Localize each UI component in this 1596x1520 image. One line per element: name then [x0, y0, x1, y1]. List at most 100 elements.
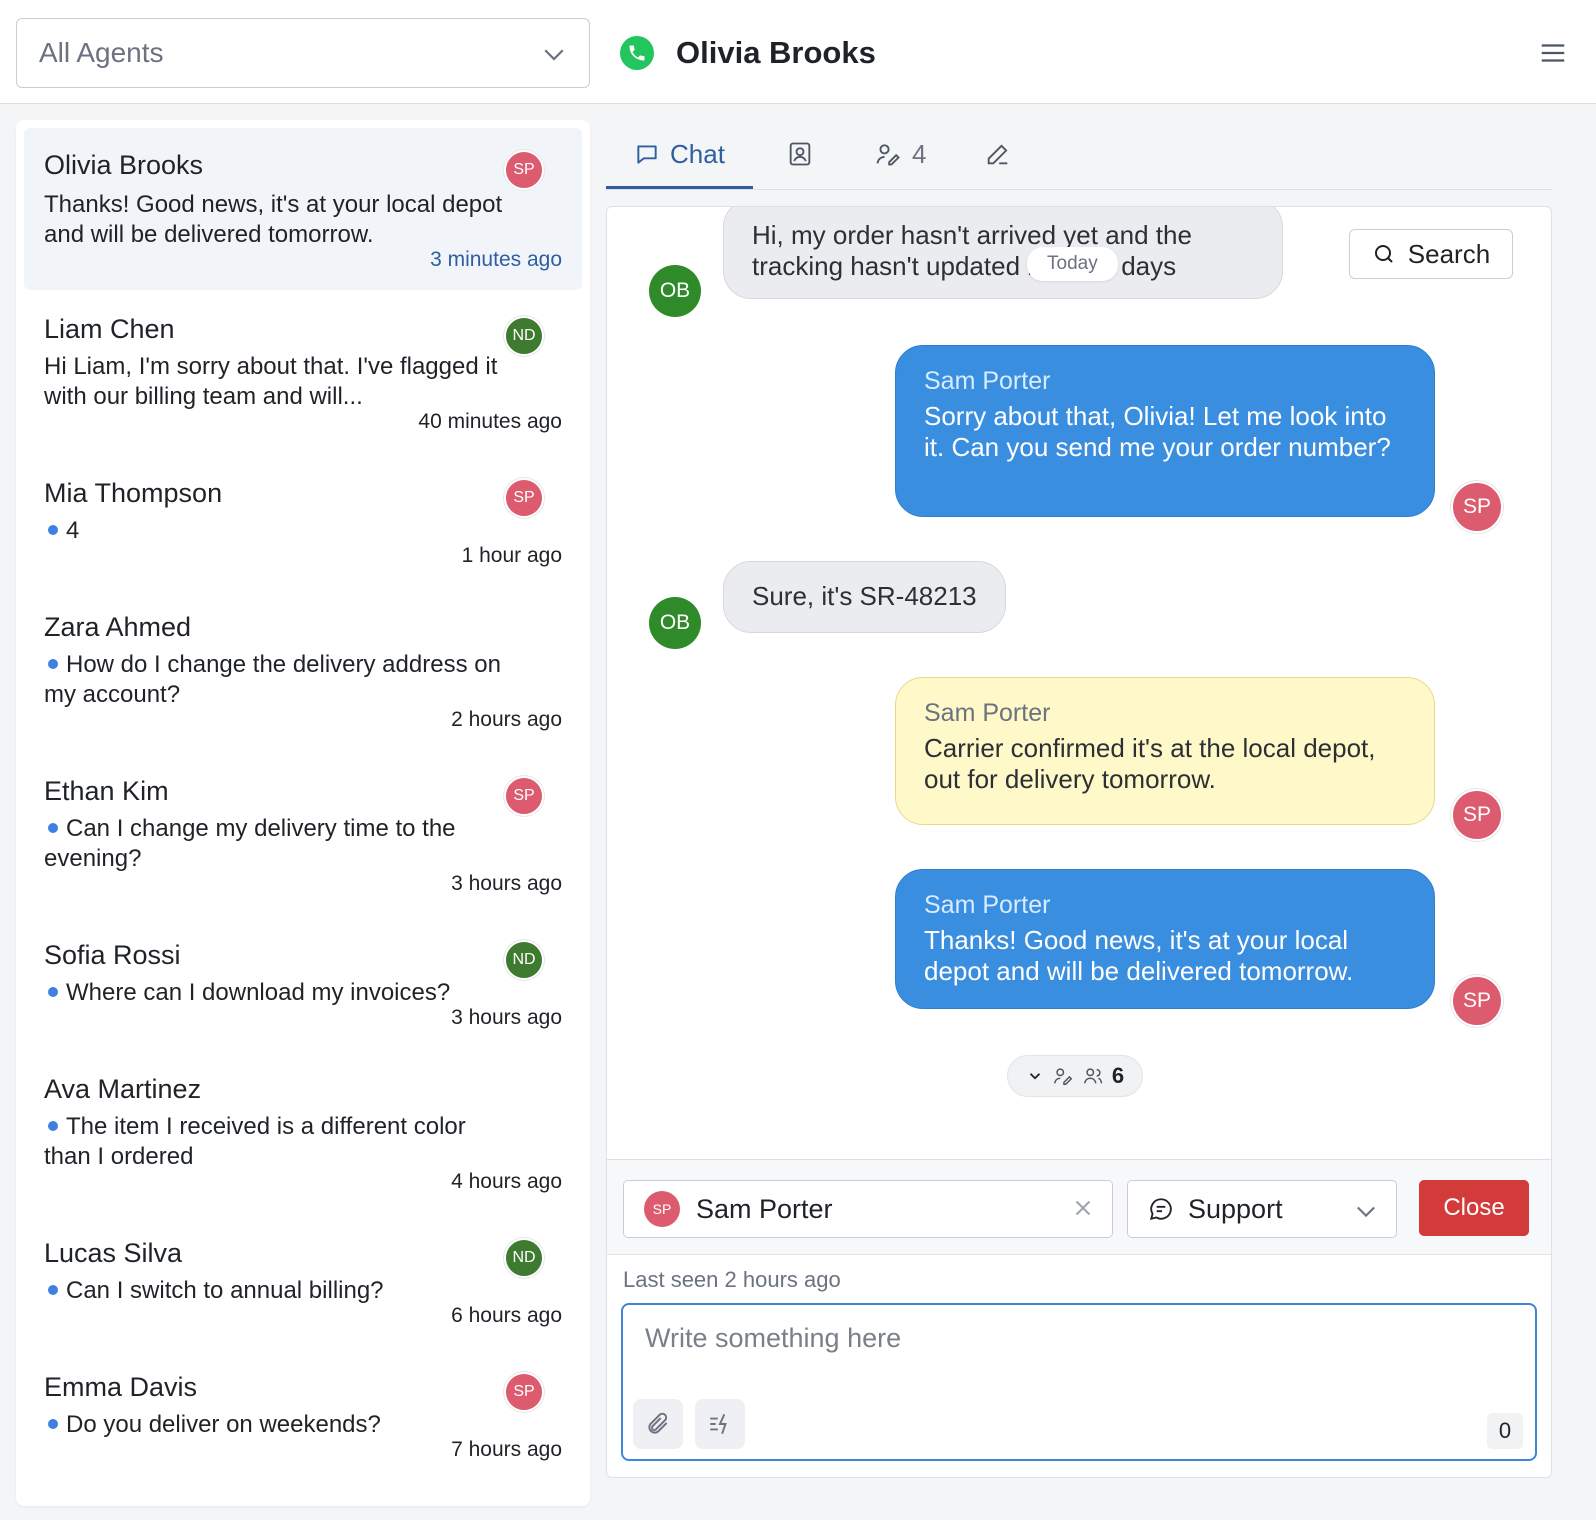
- conversation-name: Sofia Rossi: [44, 940, 181, 970]
- chat-thread: Hi, my order hasn't arrived yet and the …: [606, 206, 1552, 1478]
- conversation-name: Olivia Brooks: [44, 150, 204, 180]
- tab-notes[interactable]: [984, 134, 1012, 174]
- character-count: 0: [1487, 1413, 1523, 1449]
- conversation-item[interactable]: Olivia Brooks SP Thanks! Good news, it's…: [24, 128, 582, 290]
- conversation-preview: Can I switch to annual billing?: [66, 1277, 384, 1304]
- message-bubble: Hi, my order hasn't arrived yet and the …: [723, 207, 1283, 299]
- contact-header: Olivia Brooks: [620, 30, 876, 76]
- conversation-time: 3 hours ago: [451, 872, 562, 895]
- conversation-list: Olivia Brooks SP Thanks! Good news, it's…: [16, 120, 590, 1506]
- conversation-time: 3 hours ago: [451, 1006, 562, 1029]
- chat-icon: [637, 145, 657, 164]
- conversation-item[interactable]: Sofia Rossi ND Where can I download my i…: [24, 918, 582, 1048]
- top-bar: All Agents Olivia Brooks: [0, 0, 1596, 104]
- message-sender: Sam Porter: [924, 367, 1051, 395]
- message-bubble: Sure, it's SR-48213: [723, 561, 1006, 633]
- message-sender: Sam Porter: [924, 891, 1051, 919]
- participants-icon: [1053, 1068, 1073, 1085]
- users-icon: [1083, 1068, 1103, 1084]
- agent-filter-select[interactable]: All Agents: [16, 18, 590, 88]
- message-sender: Sam Porter: [924, 699, 1051, 727]
- conversation-item[interactable]: Ava Martinez The item I received is a di…: [24, 1052, 582, 1212]
- conversation-preview: Hi Liam, I'm sorry about that. I've flag…: [44, 353, 498, 410]
- collapsed-activity-toggle[interactable]: 6: [1007, 1055, 1143, 1097]
- conversation-item[interactable]: Mia Thompson SP 4 1 hour ago: [24, 456, 582, 586]
- conversation-time: 6 hours ago: [451, 1304, 562, 1327]
- attach-button[interactable]: [633, 1399, 683, 1449]
- conversation-name: Lucas Silva: [44, 1238, 183, 1268]
- conversation-item[interactable]: Liam Chen ND Hi Liam, I'm sorry about th…: [24, 292, 582, 452]
- message-text: Carrier confirmed it's at the local depo…: [924, 733, 1376, 794]
- message-text: Sure, it's SR-48213: [752, 581, 977, 611]
- message-input[interactable]: [645, 1323, 1505, 1383]
- agent-avatar: ND: [504, 940, 544, 980]
- agent-avatar: SP: [1451, 789, 1503, 841]
- conversation-controls: SP Sam Porter Support Close: [607, 1159, 1551, 1255]
- unread-dot: [48, 1285, 58, 1296]
- date-separator: Today: [1027, 247, 1118, 281]
- close-conversation-button[interactable]: Close: [1419, 1180, 1529, 1236]
- message-bubble: Sam Porter Thanks! Good news, it's at yo…: [895, 869, 1435, 1009]
- support-icon: [1149, 1198, 1172, 1221]
- conversation-time: 3 minutes ago: [430, 248, 562, 271]
- conversation-name: Ethan Kim: [44, 776, 169, 806]
- agent-avatar: ND: [504, 1238, 544, 1278]
- search-label: Search: [1407, 238, 1491, 269]
- tab-contact[interactable]: [786, 134, 814, 174]
- conversation-name: Zara Ahmed: [44, 612, 192, 642]
- search-icon: [1374, 245, 1393, 263]
- conversation-preview: Can I change my delivery time to the eve…: [44, 815, 456, 872]
- unread-dot: [48, 823, 58, 834]
- unread-dot: [48, 525, 58, 536]
- contact-avatar: OB: [649, 597, 701, 649]
- conversation-preview: Do you deliver on weekends?: [66, 1411, 381, 1438]
- unread-dot: [48, 987, 58, 998]
- chevron-down-icon: [1357, 1206, 1375, 1218]
- last-seen-status: Last seen 2 hours ago: [623, 1267, 841, 1292]
- conversation-item[interactable]: Emma Davis SP Do you deliver on weekends…: [24, 1350, 582, 1480]
- inbox-name: Support: [1188, 1193, 1283, 1224]
- conversation-name: Mia Thompson: [44, 478, 223, 508]
- contact-avatar: OB: [649, 265, 701, 317]
- conversation-preview: Thanks! Good news, it's at your local de…: [44, 191, 503, 248]
- agent-avatar: SP: [504, 478, 544, 518]
- unread-dot: [48, 1419, 58, 1430]
- message-text: Thanks! Good news, it's at your local de…: [924, 925, 1354, 986]
- assignee-select[interactable]: SP Sam Porter: [623, 1180, 1113, 1238]
- quick-reply-button[interactable]: [695, 1399, 745, 1449]
- tab-participants[interactable]: 4: [874, 134, 926, 174]
- message-bubble: Sam Porter Sorry about that, Olivia! Let…: [895, 345, 1435, 517]
- tab-chat[interactable]: Chat: [634, 134, 725, 174]
- conversation-preview: How do I change the delivery address on …: [44, 651, 501, 708]
- agent-avatar: SP: [1451, 975, 1503, 1027]
- search-button[interactable]: Search: [1349, 229, 1513, 279]
- assignee-name: Sam Porter: [696, 1193, 833, 1224]
- edit-icon: [987, 144, 1008, 165]
- active-tab-indicator: [606, 186, 753, 189]
- paperclip-icon: [648, 1412, 668, 1434]
- conversation-time: 7 hours ago: [451, 1438, 562, 1461]
- private-note-bubble: Sam Porter Carrier confirmed it's at the…: [895, 677, 1435, 825]
- conversation-name: Emma Davis: [44, 1372, 198, 1402]
- conversation-item[interactable]: Ethan Kim SP Can I change my delivery ti…: [24, 754, 582, 914]
- conversation-time: 4 hours ago: [451, 1170, 562, 1193]
- conversation-preview: 4: [66, 517, 80, 544]
- conversation-time: 40 minutes ago: [418, 410, 562, 433]
- message-composer: 0: [621, 1303, 1537, 1461]
- conversation-item[interactable]: Lucas Silva ND Can I switch to annual bi…: [24, 1216, 582, 1346]
- inbox-select[interactable]: Support: [1127, 1180, 1397, 1238]
- agent-filter-value: All Agents: [39, 37, 164, 68]
- agent-avatar: SP: [504, 776, 544, 816]
- conversation-item[interactable]: Zara Ahmed How do I change the delivery …: [24, 590, 582, 750]
- agent-avatar: SP: [1451, 481, 1503, 533]
- assignee-avatar: SP: [644, 1191, 680, 1227]
- agent-avatar: ND: [504, 316, 544, 356]
- menu-icon[interactable]: [1538, 38, 1568, 68]
- contact-card-icon: [789, 142, 811, 166]
- conversation-name: Ava Martinez: [44, 1074, 202, 1104]
- message-text: Sorry about that, Olivia! Let me look in…: [924, 401, 1391, 462]
- phone-icon[interactable]: [620, 36, 654, 70]
- unread-dot: [48, 1121, 58, 1132]
- tab-chat-label: Chat: [670, 138, 725, 169]
- clear-icon[interactable]: [1070, 1195, 1096, 1221]
